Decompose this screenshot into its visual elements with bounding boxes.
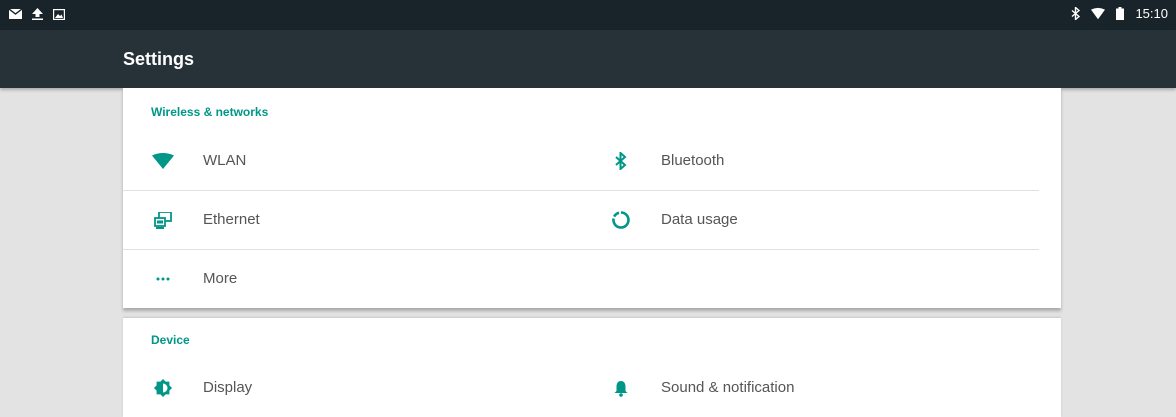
- mail-icon: [8, 7, 22, 21]
- more-icon: [151, 250, 175, 308]
- settings-item-label: Ethernet: [203, 211, 260, 228]
- section-card-wireless: Wireless & networks WLAN Bluetooth Ether…: [123, 88, 1061, 308]
- settings-item-display[interactable]: Display: [123, 359, 581, 417]
- section-title-device: Device: [151, 333, 190, 347]
- settings-item-label: More: [203, 270, 238, 287]
- battery-icon: [1113, 7, 1127, 21]
- wifi-icon: [151, 132, 175, 190]
- wifi-icon: [1091, 7, 1106, 21]
- settings-item-label: Sound & notification: [661, 379, 795, 396]
- settings-item-wlan[interactable]: WLAN: [123, 132, 581, 191]
- bluetooth-icon: [609, 132, 633, 190]
- settings-item-bluetooth[interactable]: Bluetooth: [581, 132, 1039, 191]
- bluetooth-icon: [1069, 7, 1083, 21]
- notification-icons: [8, 7, 66, 21]
- settings-item-label: Data usage: [661, 211, 738, 228]
- settings-item-ethernet[interactable]: Ethernet: [123, 191, 581, 250]
- section-title-wireless: Wireless & networks: [151, 105, 269, 119]
- page-title: Settings: [123, 49, 195, 69]
- image-icon: [52, 7, 66, 21]
- section-card-device: Device Display Sound & notification: [123, 318, 1061, 417]
- bell-icon: [609, 359, 633, 417]
- display-icon: [151, 359, 175, 417]
- settings-item-data-usage[interactable]: Data usage: [581, 191, 1039, 250]
- clock: 15:10: [1135, 6, 1168, 21]
- settings-item-more[interactable]: More: [123, 250, 581, 308]
- system-icons: 15:10: [1069, 6, 1168, 21]
- status-bar: 15:10: [0, 0, 1176, 30]
- settings-item-label: WLAN: [203, 152, 247, 169]
- settings-item-label: Display: [203, 379, 253, 396]
- data-usage-icon: [609, 191, 633, 249]
- app-bar: Settings: [0, 30, 1176, 88]
- ethernet-icon: [151, 191, 175, 249]
- settings-item-sound-notification[interactable]: Sound & notification: [581, 359, 1039, 417]
- settings-item-label: Bluetooth: [661, 152, 725, 169]
- upload-icon: [30, 7, 44, 21]
